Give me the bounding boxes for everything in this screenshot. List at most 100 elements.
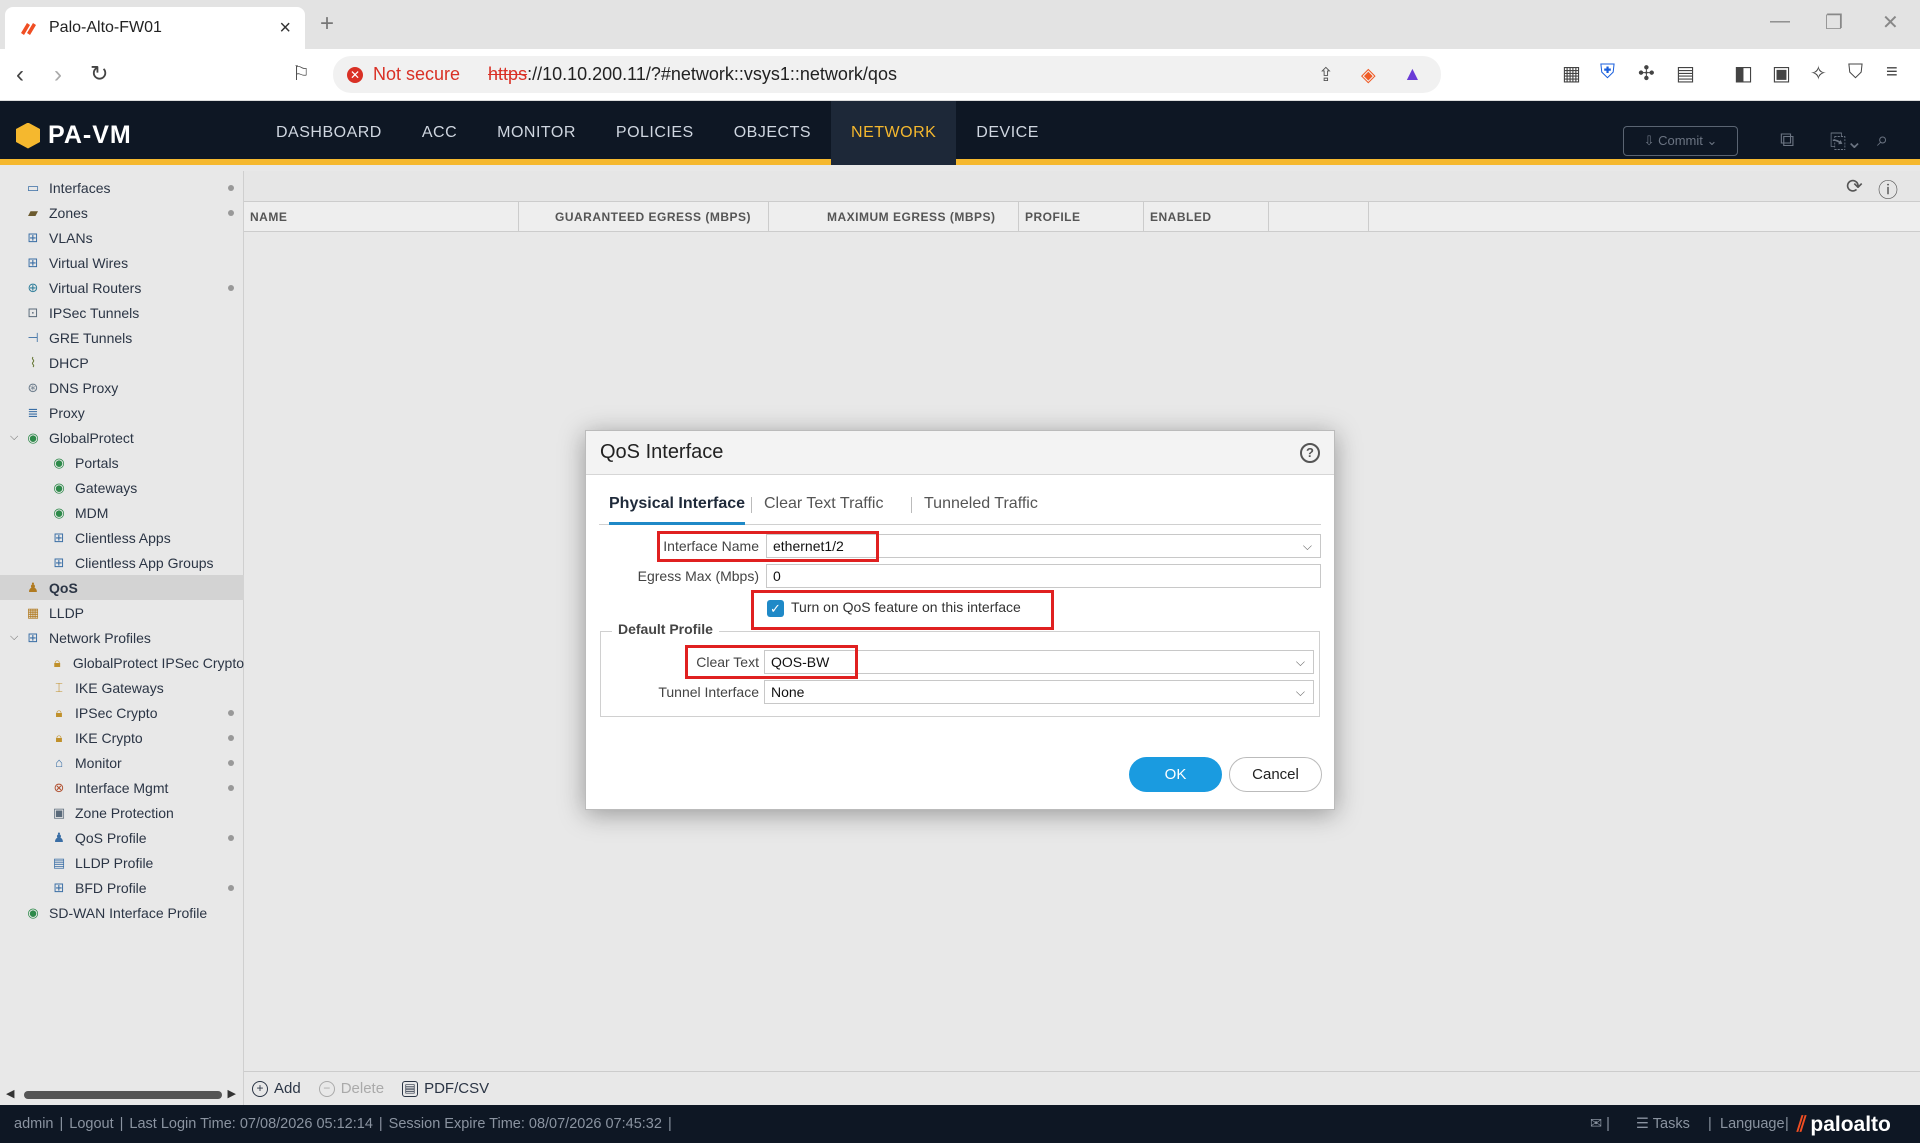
back-icon[interactable]: ‹ bbox=[16, 61, 24, 89]
sidebar-item-ike-crypto[interactable]: 🔒︎ IKE Crypto bbox=[0, 725, 244, 750]
forward-icon[interactable]: › bbox=[54, 61, 62, 89]
lldp-icon: ▦ bbox=[26, 604, 40, 620]
sidebar-item-gre-tunnels[interactable]: ⊣ GRE Tunnels bbox=[0, 325, 244, 350]
paloalto-mark-icon: ⫽ bbox=[1797, 1113, 1807, 1136]
ok-button[interactable]: OK bbox=[1129, 757, 1222, 792]
cancel-button[interactable]: Cancel bbox=[1229, 757, 1322, 792]
sidebar-item-dns-proxy[interactable]: ⊛ DNS Proxy bbox=[0, 375, 244, 400]
nav-acc[interactable]: ACC bbox=[402, 101, 477, 165]
pdf-csv-label: PDF/CSV bbox=[424, 1080, 490, 1097]
help-icon[interactable]: ⓘ bbox=[1878, 174, 1898, 203]
commit-button[interactable]: ⇩ Commit ⌄ bbox=[1623, 126, 1738, 156]
sidebar-item-zone-protection[interactable]: ▣ Zone Protection bbox=[0, 800, 244, 825]
sidebar-item-qos[interactable]: ♟ QoS bbox=[0, 575, 244, 600]
sidebar-item-label: Interfaces bbox=[49, 179, 111, 196]
restore-icon[interactable]: ❐ bbox=[1825, 10, 1843, 35]
sidebar-item-lldp[interactable]: ▦ LLDP bbox=[0, 600, 244, 625]
sidebar-item-portals[interactable]: ◉ Portals bbox=[0, 450, 244, 475]
sidebar-item-ipsec-tunnels[interactable]: ⊡ IPSec Tunnels bbox=[0, 300, 244, 325]
wallet-icon[interactable]: ▣ bbox=[1772, 61, 1791, 86]
tab-clear-text-traffic[interactable]: Clear Text Traffic bbox=[764, 491, 883, 525]
nav-device[interactable]: DEVICE bbox=[956, 101, 1059, 165]
dialog-title: QoS Interface bbox=[600, 441, 724, 463]
sidebar-item-label: GRE Tunnels bbox=[49, 329, 133, 346]
sidebar-item-clientless-app-groups[interactable]: ⊞ Clientless App Groups bbox=[0, 550, 244, 575]
tasks-button[interactable]: ☰ Tasks bbox=[1636, 1116, 1690, 1132]
delete-button[interactable]: − Delete bbox=[318, 1080, 384, 1097]
status-dot bbox=[228, 760, 234, 766]
sidebar-item-gateways[interactable]: ◉ Gateways bbox=[0, 475, 244, 500]
help-icon[interactable]: ? bbox=[1300, 443, 1320, 463]
sidebar-item-monitor[interactable]: ⌂ Monitor bbox=[0, 750, 244, 775]
brave-rewards-icon[interactable]: ▲ bbox=[1403, 64, 1422, 86]
nav-policies[interactable]: POLICIES bbox=[596, 101, 714, 165]
search-icon[interactable]: ⌕ bbox=[1877, 129, 1888, 152]
close-window-icon[interactable]: ✕ bbox=[1882, 10, 1899, 35]
bookmark-icon[interactable]: ⚐ bbox=[292, 61, 310, 86]
sidebar-item-ike-gateways[interactable]: ⌶ IKE Gateways bbox=[0, 675, 244, 700]
sidebar-item-interfaces[interactable]: ▭ Interfaces bbox=[0, 175, 244, 200]
sidebar-item-virtual-routers[interactable]: ⊕ Virtual Routers bbox=[0, 275, 244, 300]
sidebar-item-zones[interactable]: ▰ Zones bbox=[0, 200, 244, 225]
brave-shield-icon[interactable]: ◈ bbox=[1361, 64, 1376, 87]
sidebar-item-bfd-profile[interactable]: ⊞ BFD Profile bbox=[0, 875, 244, 900]
sidebar-item-lldp-profile[interactable]: ▤ LLDP Profile bbox=[0, 850, 244, 875]
refresh-icon[interactable]: ⟳ bbox=[1846, 174, 1863, 199]
sidebar-horizontal-scrollbar[interactable]: ◀ ▶ bbox=[6, 1088, 236, 1101]
nav-network[interactable]: NETWORK bbox=[831, 101, 957, 165]
language-link[interactable]: Language bbox=[1720, 1116, 1785, 1132]
sidebar-item-label: IPSec Tunnels bbox=[49, 304, 140, 321]
sidebar-item-globalprotect[interactable]: ⌵ ◉ GlobalProtect bbox=[0, 425, 244, 450]
chevron-down-icon[interactable]: ⌵ bbox=[10, 431, 24, 444]
sidebar-toggle-icon[interactable]: ◧ bbox=[1734, 61, 1753, 86]
tab-physical-interface[interactable]: Physical Interface bbox=[609, 491, 746, 525]
nav-monitor[interactable]: MONITOR bbox=[477, 101, 596, 165]
sidebar-item-globalprotect-ipsec-crypto[interactable]: 🔒︎ GlobalProtect IPSec Crypto bbox=[0, 650, 244, 675]
proxy-icon: ≣ bbox=[27, 404, 39, 420]
logout-link[interactable]: Logout bbox=[69, 1116, 113, 1132]
col-enabled[interactable]: ENABLED bbox=[1144, 202, 1269, 232]
tab-tunneled-traffic[interactable]: Tunneled Traffic bbox=[924, 491, 1038, 525]
sidebar-item-clientless-apps[interactable]: ⊞ Clientless Apps bbox=[0, 525, 244, 550]
col-profile[interactable]: PROFILE bbox=[1019, 202, 1144, 232]
sidebar-item-dhcp[interactable]: ⌇ DHCP bbox=[0, 350, 244, 375]
sidebar-item-virtual-wires[interactable]: ⊞ Virtual Wires bbox=[0, 250, 244, 275]
leo-ai-icon[interactable]: ✧ bbox=[1810, 61, 1827, 86]
extensions-icon[interactable]: ✣ bbox=[1638, 61, 1655, 86]
sidebar-item-vlans[interactable]: ⊞ VLANs bbox=[0, 225, 244, 250]
col-name[interactable]: NAME bbox=[244, 202, 519, 232]
col-maximum-egress[interactable]: MAXIMUM EGRESS (MBPS) bbox=[769, 202, 1019, 232]
mail-icon[interactable]: ✉ | bbox=[1590, 1116, 1610, 1132]
url-bar[interactable]: ✕ Not secure https ://10.10.200.11/?#net… bbox=[333, 56, 1441, 93]
tunnel-interface-select[interactable]: None ⌵ bbox=[764, 680, 1314, 704]
sidebar-item-network-profiles[interactable]: ⌵ ⊞ Network Profiles bbox=[0, 625, 244, 650]
sidebar-item-qos-profile[interactable]: ♟ QoS Profile bbox=[0, 825, 244, 850]
sidebar-item-proxy[interactable]: ≣ Proxy bbox=[0, 400, 244, 425]
qr-code-icon[interactable]: ▦ bbox=[1562, 61, 1581, 86]
admin-user[interactable]: admin bbox=[14, 1116, 54, 1132]
browser-tab[interactable]: Palo-Alto-FW01 × bbox=[5, 7, 305, 49]
minimize-icon[interactable]: — bbox=[1770, 10, 1790, 33]
sidebar-item-sd-wan-interface-profile[interactable]: ◉ SD-WAN Interface Profile bbox=[0, 900, 244, 925]
menu-icon[interactable]: ≡ bbox=[1886, 61, 1898, 84]
config-menu-icon[interactable]: ⎘⌄ bbox=[1830, 129, 1863, 154]
egress-max-input[interactable]: 0 bbox=[766, 564, 1321, 588]
add-button[interactable]: + Add bbox=[252, 1080, 301, 1097]
col-guaranteed-egress[interactable]: GUARANTEED EGRESS (MBPS) bbox=[519, 202, 769, 232]
new-tab-icon[interactable]: + bbox=[320, 10, 334, 38]
reload-icon[interactable]: ↻ bbox=[90, 61, 108, 87]
sidebar-item-mdm[interactable]: ◉ MDM bbox=[0, 500, 244, 525]
share-icon[interactable]: ⇪ bbox=[1318, 64, 1334, 87]
sidebar-item-ipsec-crypto[interactable]: 🔒︎ IPSec Crypto bbox=[0, 700, 244, 725]
nav-dashboard[interactable]: DASHBOARD bbox=[256, 101, 402, 165]
pdf-csv-button[interactable]: ▤ PDF/CSV bbox=[402, 1080, 489, 1097]
lock-config-icon[interactable]: ⧉ bbox=[1780, 129, 1794, 152]
chevron-down-icon[interactable]: ⌵ bbox=[10, 631, 24, 644]
bitwarden-icon[interactable]: ⛨ bbox=[1600, 61, 1615, 84]
clientless-app-groups-icon: ⊞ bbox=[53, 554, 65, 570]
close-tab-icon[interactable]: × bbox=[279, 17, 291, 40]
sidebar-item-interface-mgmt[interactable]: ⊗ Interface Mgmt bbox=[0, 775, 244, 800]
reader-icon[interactable]: ▤ bbox=[1676, 61, 1695, 86]
vpn-icon[interactable]: ⛉ bbox=[1848, 61, 1863, 84]
nav-objects[interactable]: OBJECTS bbox=[714, 101, 831, 165]
